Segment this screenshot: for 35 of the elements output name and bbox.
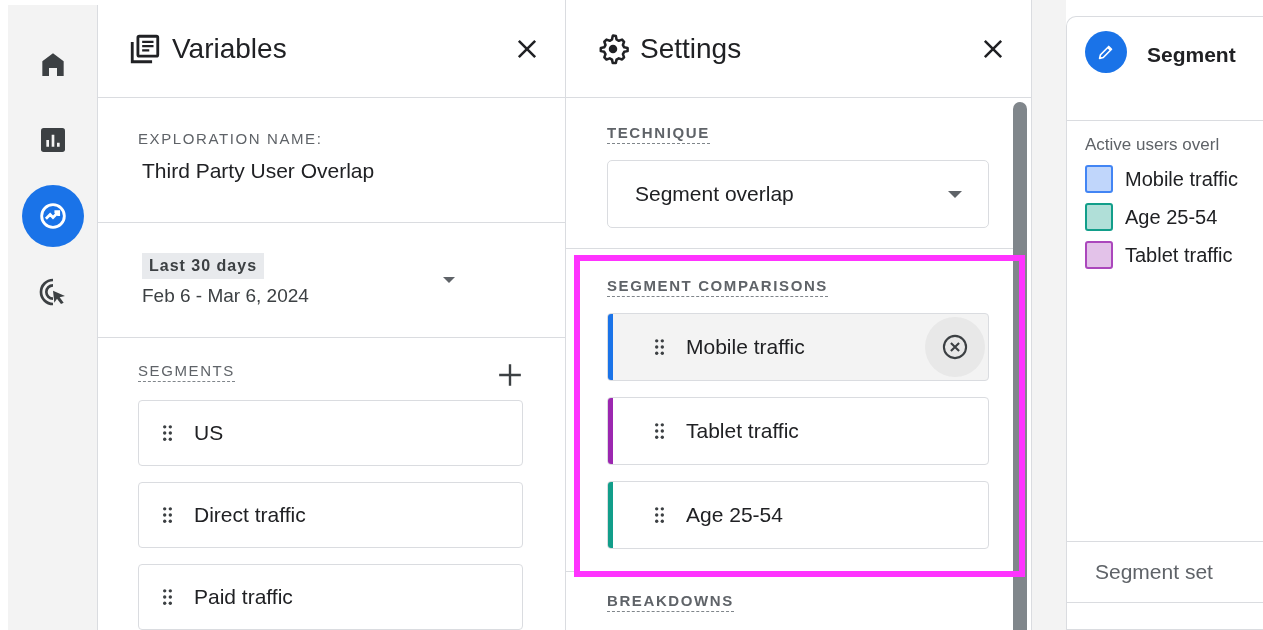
technique-select[interactable]: Segment overlap [607,160,989,228]
technique-label: TECHNIQUE [607,124,710,144]
segment-chip[interactable]: US [138,400,523,466]
legend-label: Tablet traffic [1125,243,1233,267]
panel-title: Settings [640,32,743,65]
drag-handle-icon [163,589,172,605]
drag-handle-icon [655,423,664,439]
date-preset-chip: Last 30 days [142,252,265,279]
segment-chip[interactable]: Paid traffic [138,564,523,630]
segment-set-label: Segment set [1095,560,1213,584]
exploration-name-field[interactable]: Third Party User Overlap [138,159,525,183]
breakdowns-label: BREAKDOWNS [607,592,734,612]
comparison-chip[interactable]: Tablet traffic [607,397,989,465]
exploration-name-label: EXPLORATION NAME: [138,130,323,147]
tab-title[interactable]: Segment [1147,43,1236,67]
dropdown-caret-icon[interactable] [443,276,455,283]
legend-title: Active users overl [1085,135,1221,155]
segments-label: SEGMENTS [138,362,235,382]
panel-title: Variables [172,32,288,65]
segment-chip[interactable]: Direct traffic [138,482,523,548]
edit-button[interactable] [1085,31,1127,73]
drag-handle-icon [163,507,172,523]
dropdown-caret-icon [948,190,962,198]
remove-icon [941,333,969,361]
add-icon[interactable] [497,362,523,388]
drag-handle-icon [163,425,172,441]
legend-label: Mobile traffic [1125,167,1238,191]
drag-handle-icon [655,339,664,355]
date-range[interactable]: Feb 6 - Mar 6, 2024 [142,284,309,307]
legend-label: Age 25-54 [1125,205,1218,229]
drag-handle-icon [655,507,664,523]
comparison-chip[interactable]: Age 25-54 [607,481,989,549]
remove-button[interactable] [925,317,985,377]
segment-comparisons-label: SEGMENT COMPARISONS [607,277,828,297]
comparison-chip[interactable]: Mobile traffic [607,313,989,381]
